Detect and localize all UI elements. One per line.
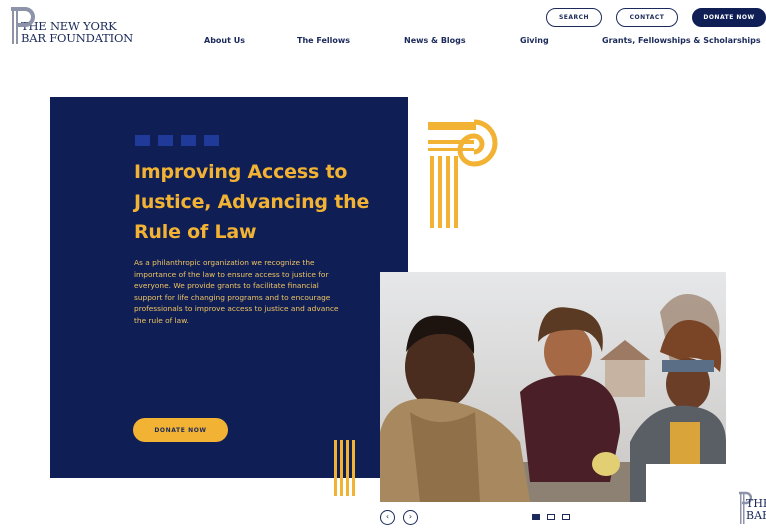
gold-pillar-small-icon (332, 440, 362, 496)
chevron-left-icon[interactable]: ‹ (380, 510, 395, 525)
decorative-squares (135, 135, 219, 146)
search-button[interactable]: SEARCH (546, 8, 602, 27)
nav-item-grants[interactable]: Grants, Fellowships & Scholarships (602, 36, 761, 45)
carousel-dot-3[interactable] (562, 514, 570, 520)
hero-title: Improving Access to Justice, Advancing t… (134, 161, 370, 243)
header-actions: SEARCH CONTACT DONATE NOW (546, 8, 766, 27)
main-nav: About Us The Fellows News & Blogs Giving… (0, 36, 766, 48)
nav-item-news-blogs[interactable]: News & Blogs (404, 36, 466, 45)
chevron-right-icon[interactable]: › (403, 510, 418, 525)
donate-now-header-button[interactable]: DONATE NOW (692, 8, 766, 27)
gold-pillar-icon (424, 118, 504, 230)
donate-now-hero-button[interactable]: DONATE NOW (133, 418, 228, 442)
footer-logo-text: THE BAR (746, 497, 766, 522)
hero-panel: Improving Access to Justice, Advancing t… (50, 97, 408, 478)
nav-item-about-us[interactable]: About Us (204, 36, 245, 45)
footer-logo-partial: THE BAR (738, 488, 766, 528)
contact-button[interactable]: CONTACT (616, 8, 678, 27)
hero-description: As a philanthropic organization we recog… (134, 258, 339, 325)
carousel-dots (532, 514, 570, 520)
carousel-arrows: ‹ › (380, 510, 418, 525)
carousel-dot-2[interactable] (547, 514, 555, 520)
photo-overlay-block (646, 464, 730, 504)
nav-item-the-fellows[interactable]: The Fellows (297, 36, 350, 45)
carousel-dot-1[interactable] (532, 514, 540, 520)
nav-item-giving[interactable]: Giving (520, 36, 549, 45)
